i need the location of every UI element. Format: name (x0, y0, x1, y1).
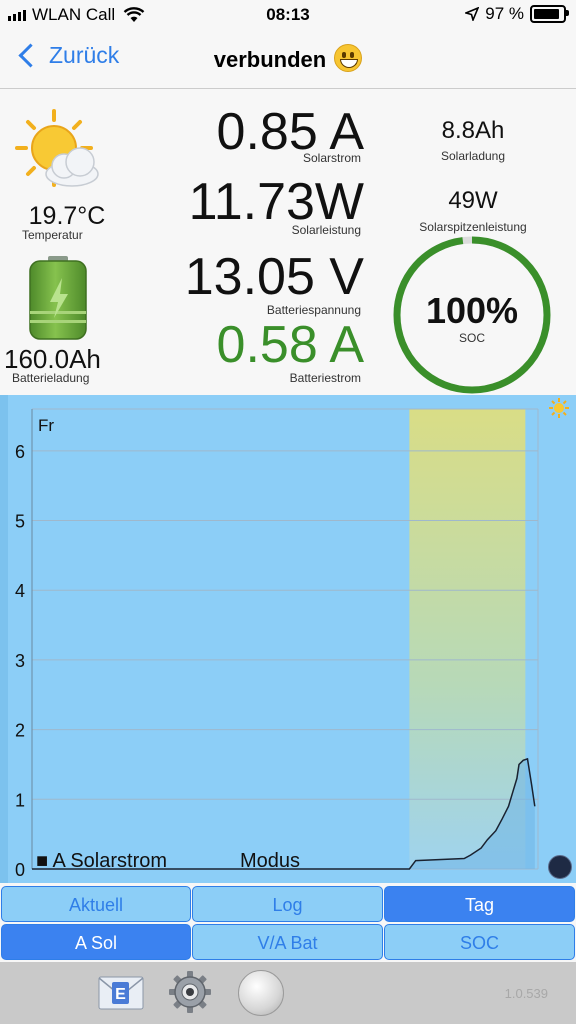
svg-text:E: E (115, 986, 126, 1003)
status-bar: WLAN Call 08:13 97 % (0, 0, 576, 30)
y-tick-label: 0 (15, 860, 25, 880)
smiley-icon (334, 44, 363, 72)
bottom-toolbar: E 1.0.539 (0, 962, 576, 1024)
tab-va-bat[interactable]: V/A Bat (192, 924, 383, 960)
battery-percent: 97 % (485, 4, 524, 23)
battery-level (534, 9, 560, 19)
solar-power-label: Solarleistung (291, 223, 361, 237)
temperature-label: Temperatur (22, 228, 83, 242)
solar-peak-label: Solarspitzenleistung (419, 220, 527, 234)
battery-current-label: Batteriestrom (289, 371, 361, 385)
chart-corner-label: Fr (38, 416, 54, 435)
battery-charge-label: Batterieladung (12, 371, 90, 385)
legend-solarstrom: ■ A Solarstrom (36, 850, 168, 872)
tab-tag[interactable]: Tag (384, 886, 575, 922)
soc-label: SOC (458, 331, 485, 345)
version-label: 1.0.539 (504, 986, 548, 1001)
solar-current-label: Solarstrom (302, 151, 361, 165)
battery-level-icon (29, 256, 87, 340)
tab-aktuell[interactable]: Aktuell (1, 886, 191, 922)
battery-voltage-value: 13.05 V (184, 248, 364, 306)
title-text: verbunden (213, 47, 327, 72)
tab-soc[interactable]: SOC (384, 924, 575, 960)
location-arrow-icon (465, 7, 480, 21)
legend-solarstrom-label: A Solarstrom (52, 850, 168, 872)
y-tick-label: 6 (15, 442, 25, 462)
email-icon[interactable]: E (98, 976, 144, 1010)
legend-modus: Modus (240, 850, 301, 872)
y-tick-label: 2 (15, 721, 25, 741)
solar-peak-value: 49W (448, 187, 498, 214)
y-tick-label: 4 (15, 581, 25, 601)
soc-value: 100% (425, 290, 519, 331)
page-title: verbunden (0, 44, 576, 73)
y-tick-label: 1 (15, 790, 25, 810)
chart-left-strip (0, 395, 8, 883)
connect-button[interactable] (238, 970, 284, 1016)
status-right: 97 % (465, 4, 569, 24)
battery-current-value: 0.58 A (216, 316, 364, 374)
battery-icon (530, 5, 569, 23)
temperature-value: 19.7°C (28, 202, 106, 230)
y-tick-label: 5 (15, 512, 25, 532)
night-mode-icon[interactable] (548, 855, 572, 879)
solar-charge-value: 8.8Ah (441, 117, 505, 144)
daylight-band (409, 409, 526, 869)
sun-icon[interactable] (548, 397, 570, 419)
navigation-bar: Zurück verbunden (0, 30, 576, 89)
tab-a-sol[interactable]: A Sol (1, 924, 191, 960)
gear-icon[interactable] (168, 970, 212, 1014)
tab-log[interactable]: Log (192, 886, 383, 922)
chart-area: 0 1 2 3 4 5 6 Fr ■ A Solarstrom Modus (0, 395, 576, 883)
solar-charge-label: Solarladung (440, 149, 506, 163)
y-tick-label: 3 (15, 651, 25, 671)
solar-current-chart: 0 1 2 3 4 5 6 Fr (0, 395, 539, 883)
sun-cloud-icon (15, 109, 99, 187)
